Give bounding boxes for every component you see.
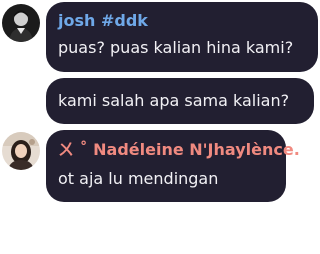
- message-text: kami salah apa sama kalian?: [58, 91, 290, 110]
- message-bubble-2: kami salah apa sama kalian?: [46, 78, 314, 124]
- chat-screenshot: josh #ddk puas? puas kalian hina kami? k…: [0, 0, 320, 254]
- message-text: puas? puas kalian hina kami?: [58, 38, 294, 57]
- author-name-nadeleine[interactable]: ㄨ ˚ Nadéleine N'Jhaylènce.: [58, 140, 300, 160]
- message-text: ot aja lu mendingan: [58, 169, 219, 188]
- message-bubble-1: josh #ddk puas? puas kalian hina kami?: [46, 2, 318, 72]
- avatar-nadeleine[interactable]: [2, 132, 40, 170]
- message-bubble-3: ㄨ ˚ Nadéleine N'Jhaylènce. ot aja lu men…: [46, 130, 300, 202]
- author-name-josh[interactable]: josh #ddk: [58, 11, 148, 31]
- avatar-josh[interactable]: [2, 4, 40, 42]
